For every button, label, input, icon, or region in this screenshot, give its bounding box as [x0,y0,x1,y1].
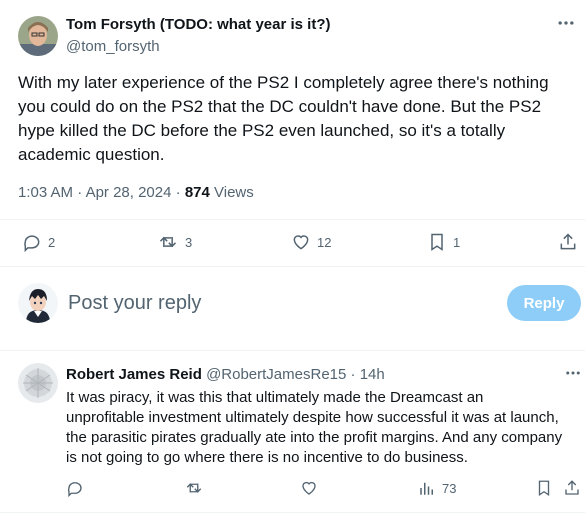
like-icon [300,479,318,497]
reply-views-count: 73 [442,480,457,496]
views-count: 874 [184,184,210,201]
tweet-text-line: With my later experience of the PS2 I co… [18,73,549,92]
reply-text-line: unprofitable investment ultimately despi… [66,409,559,426]
reply-text-line: the parasitic pirates gradually ate into… [66,429,563,446]
bookmark-action[interactable]: 1 [427,232,460,252]
divider [0,266,585,267]
tweet-time[interactable]: 1:03 AM [18,184,73,201]
reply-text-line: is not going to go where there is no inc… [66,449,468,466]
author-name[interactable]: Tom Forsyth (TODO: what year is it?) [66,16,330,33]
tweet-text-line: academic question. [18,145,165,164]
reply-button[interactable]: Reply [507,285,581,321]
bookmark-icon [535,479,553,497]
retweet-icon [184,479,204,497]
reply-icon [22,232,42,252]
reply-separator: · [350,366,356,383]
retweet-icon [157,232,179,252]
tweet-date[interactable]: Apr 28, 2024 [86,184,172,201]
reply-time[interactable]: 14h [360,366,385,383]
author-handle[interactable]: @tom_forsyth [66,38,160,55]
reply-bookmark-action[interactable] [535,479,553,497]
reply-author-handle[interactable]: @RobertJamesRe15 [206,366,346,383]
reply-text-line: It was piracy, it was this that ultimate… [66,389,484,406]
meta-separator: · [77,184,83,201]
bookmark-count: 1 [453,234,461,250]
tweet-text: With my later experience of the PS2 I co… [18,71,578,167]
like-action[interactable]: 12 [291,232,331,252]
tweet-meta: 1:03 AM · Apr 28, 2024 · 874 Views [18,184,254,201]
like-icon [291,232,311,252]
reply-author-name[interactable]: Robert James Reid [66,366,202,383]
share-icon[interactable] [563,479,581,497]
reply-header: Robert James Reid @RobertJamesRe15 · 14h [66,366,385,383]
analytics-icon [418,479,436,497]
user-avatar[interactable] [18,283,58,323]
author-avatar[interactable] [18,16,58,56]
more-icon[interactable] [564,364,582,382]
reply-retweet-action[interactable] [184,479,204,497]
tweet-text-line: hype killed the DC before the PS2 even l… [18,121,506,140]
reply-action[interactable]: 2 [22,232,55,252]
reply-count: 2 [48,234,56,250]
divider [0,219,585,220]
share-icon[interactable] [558,232,578,252]
like-count: 12 [317,234,332,250]
reply-reply-action[interactable] [66,479,84,497]
reply-author-avatar[interactable] [18,363,58,403]
retweet-action[interactable]: 3 [157,232,192,252]
divider [0,350,585,351]
reply-views-action[interactable]: 73 [418,479,456,497]
more-icon[interactable] [556,13,576,33]
tweet-text-line: you could do on the PS2 that the DC coul… [18,97,542,116]
retweet-count: 3 [185,234,193,250]
reply-input[interactable]: Post your reply [68,292,201,315]
reply-like-action[interactable] [300,479,318,497]
meta-separator: · [175,184,181,201]
bookmark-icon [427,232,447,252]
divider [0,512,585,513]
reply-text: It was piracy, it was this that ultimate… [66,388,583,468]
views-label: Views [214,184,254,201]
reply-icon [66,479,84,497]
